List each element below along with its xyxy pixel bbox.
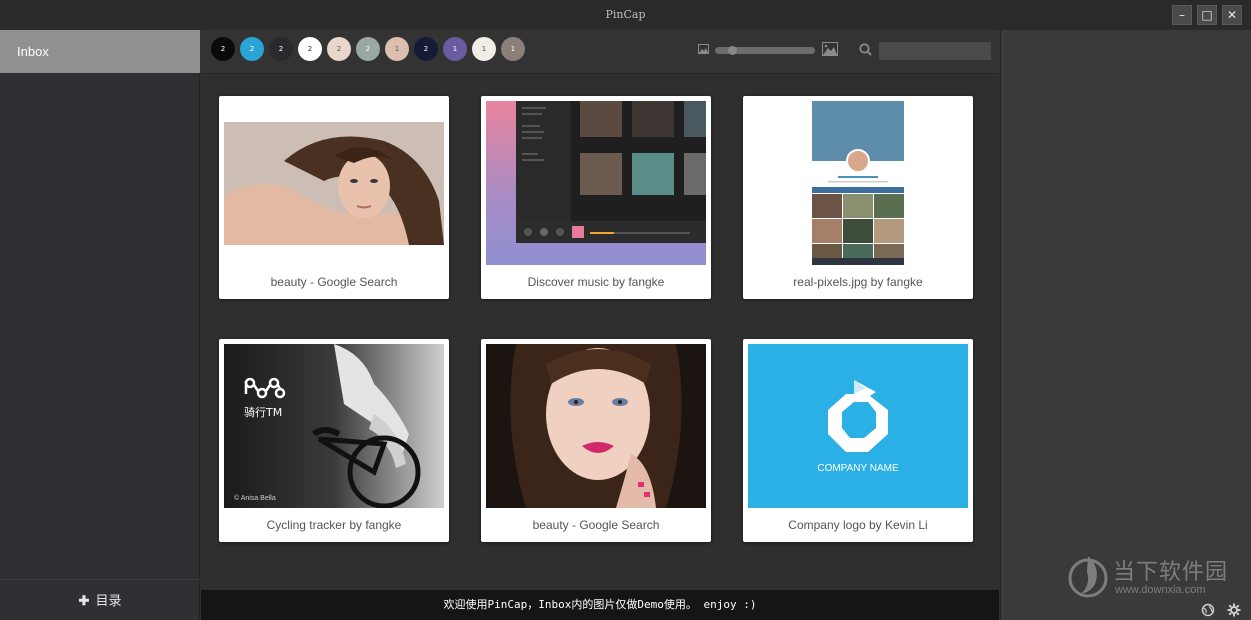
minimize-button[interactable]: –	[1172, 5, 1192, 25]
watermark-url: www.downxia.com	[1115, 584, 1206, 596]
card-caption: Company logo by Kevin Li	[788, 518, 928, 532]
catalog-label: 目录	[95, 593, 122, 608]
color-swatch[interactable]: 2	[327, 37, 351, 61]
thumbnail-image: 骑行TM © Anisa Bella	[224, 344, 444, 508]
thumbnail-image	[748, 101, 968, 265]
watermark-logo	[1068, 556, 1108, 598]
thumbnail-image	[486, 344, 706, 508]
image-card[interactable]: real-pixels.jpg by fangke	[743, 96, 973, 299]
window-title: PinCap	[605, 8, 646, 21]
plus-icon: ✚	[78, 593, 90, 608]
close-button[interactable]: ✕	[1222, 5, 1242, 25]
color-swatch[interactable]: 2	[298, 37, 322, 61]
card-caption: beauty - Google Search	[270, 275, 398, 289]
color-swatch[interactable]: 1	[443, 37, 467, 61]
photo-credit: © Anisa Bella	[234, 494, 276, 502]
add-catalog-button[interactable]: ✚ 目录	[0, 579, 200, 620]
search-input[interactable]	[879, 42, 991, 60]
search-icon[interactable]	[858, 42, 874, 58]
card-caption: Cycling tracker by fangke	[266, 518, 402, 532]
gear-icon[interactable]	[1227, 603, 1241, 617]
image-card[interactable]: beauty - Google Search	[481, 339, 711, 542]
image-card[interactable]: beauty - Google Search	[219, 96, 449, 299]
image-card[interactable]: 骑行TM © Anisa Bella Cycling tracker by fa…	[219, 339, 449, 542]
color-swatch[interactable]: 2	[211, 37, 235, 61]
maximize-button[interactable]: □	[1197, 5, 1217, 25]
pincap-window: PinCap – □ ✕ Inbox ✚ 目录 22222212111 beau…	[0, 0, 1251, 620]
thumbnail-image	[224, 101, 444, 265]
watermark: 当下软件园 www.downxia.com	[1067, 552, 1247, 602]
color-swatch[interactable]: 2	[414, 37, 438, 61]
slider-handle[interactable]	[728, 46, 737, 55]
app-logo-text: 骑行TM	[244, 406, 282, 419]
card-caption: real-pixels.jpg by fangke	[793, 275, 923, 289]
watermark-name: 当下软件园	[1113, 560, 1229, 585]
image-grid: beauty - Google Search Discover music by…	[201, 75, 999, 589]
sidebar: Inbox ✚ 目录	[0, 30, 200, 620]
color-swatch[interactable]: 2	[269, 37, 293, 61]
thumbnail-image	[486, 101, 706, 265]
color-swatch[interactable]: 2	[240, 37, 264, 61]
small-image-icon[interactable]	[698, 44, 709, 54]
status-bar: 欢迎使用PinCap，Inbox内的图片仅做Demo使用。 enjoy :)	[201, 590, 999, 620]
title-bar[interactable]: PinCap – □ ✕	[0, 0, 1251, 30]
company-name-text: COMPANY NAME	[817, 463, 899, 474]
thumbnail-image: COMPANY NAME	[748, 344, 968, 508]
large-image-icon[interactable]	[822, 42, 838, 56]
color-swatch[interactable]: 1	[385, 37, 409, 61]
toolbar: 22222212111	[201, 30, 999, 74]
globe-icon[interactable]	[1201, 603, 1215, 617]
color-swatch[interactable]: 2	[356, 37, 380, 61]
image-card[interactable]: Discover music by fangke	[481, 96, 711, 299]
thumbnail-size-slider[interactable]	[715, 46, 815, 55]
card-caption: Discover music by fangke	[527, 275, 665, 289]
image-card[interactable]: COMPANY NAME Company logo by Kevin Li	[743, 339, 973, 542]
sidebar-item-inbox[interactable]: Inbox	[0, 30, 200, 73]
color-swatch[interactable]: 1	[472, 37, 496, 61]
card-caption: beauty - Google Search	[532, 518, 660, 532]
color-swatch[interactable]: 1	[501, 37, 525, 61]
detail-panel: 当下软件园 www.downxia.com	[1000, 30, 1251, 620]
